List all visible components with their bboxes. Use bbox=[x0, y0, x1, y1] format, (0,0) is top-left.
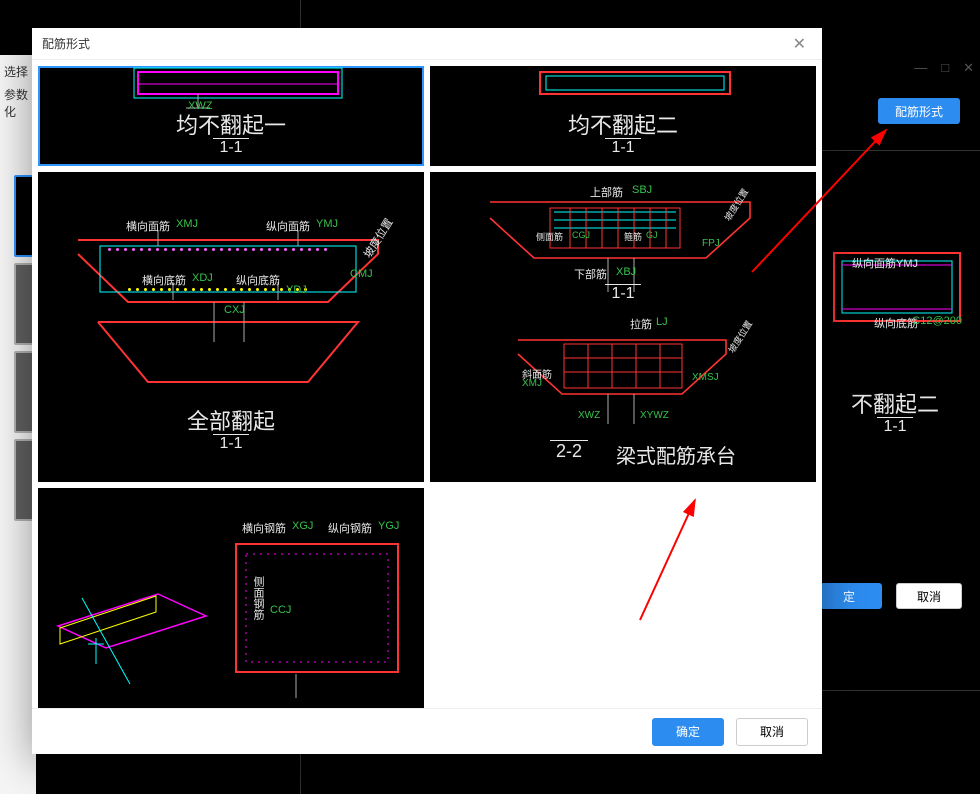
t4-bottom-code: XBJ bbox=[616, 266, 636, 278]
rebar-style-button[interactable]: 配筋形式 bbox=[878, 98, 960, 124]
t3-v-bot: 纵向底筋 bbox=[236, 272, 280, 288]
t4-side-code: CGJ bbox=[572, 230, 590, 240]
t4-xmsj: XMSJ bbox=[692, 372, 719, 383]
right-preview-sub: 1-1 bbox=[877, 417, 912, 436]
parent-footer-buttons: 定 取消 bbox=[816, 583, 962, 609]
parent-ok-label: 定 bbox=[843, 588, 855, 605]
t3-v-top: 纵向面筋 bbox=[266, 218, 310, 234]
t4-tie-code: LJ bbox=[656, 316, 668, 328]
t4-fpj: FPJ bbox=[702, 238, 720, 249]
t3-v-bot-code: YDJ bbox=[286, 284, 307, 296]
style-tile-all-bend[interactable]: 横向面筋 XMJ 纵向面筋 YMJ 横向底筋 XDJ 纵向底筋 YDJ CMJ … bbox=[38, 172, 424, 482]
parent-window-controls: — □ ✕ bbox=[914, 60, 974, 76]
t4-stirrup-code: GJ bbox=[646, 230, 658, 240]
t5-side: 侧面钢筋 bbox=[250, 576, 266, 620]
t4-stirrup: 箍筋 bbox=[624, 230, 642, 243]
t4-xywz: XYWZ bbox=[640, 410, 669, 421]
t4-xm-code: XMJ bbox=[522, 378, 542, 389]
t5-h: 横向钢筋 bbox=[242, 520, 286, 536]
t4-top: 上部筋 bbox=[590, 184, 623, 200]
parent-ok-button[interactable]: 定 bbox=[816, 583, 882, 609]
t3-h-top-code: XMJ bbox=[176, 218, 198, 230]
parent-cancel-button[interactable]: 取消 bbox=[896, 583, 962, 609]
t3-cmj: CMJ bbox=[350, 268, 373, 280]
style-tile-plain-cap[interactable]: 横向钢筋 XGJ 纵向钢筋 YGJ 侧面钢筋 CCJ bbox=[38, 488, 424, 708]
dialog-cancel-button[interactable]: 取消 bbox=[736, 718, 808, 746]
dialog-titlebar: 配筋形式 ✕ bbox=[32, 28, 822, 60]
parent-cancel-label: 取消 bbox=[917, 588, 941, 605]
tile2-sub: 1-1 bbox=[605, 138, 640, 157]
dialog-footer: 确定 取消 bbox=[32, 708, 822, 754]
tile3-sub: 1-1 bbox=[213, 434, 248, 453]
t3-h-top: 横向面筋 bbox=[126, 218, 170, 234]
tile2-title: 均不翻起二 bbox=[430, 108, 816, 140]
style-tile-no-bend-1[interactable]: XWZ 均不翻起一 1-1 bbox=[38, 66, 424, 166]
parent-close-button[interactable]: ✕ bbox=[963, 60, 974, 76]
t4-sec2: 2-2 bbox=[550, 440, 588, 462]
style-tile-beam-cap[interactable]: 上部筋 SBJ 侧面筋 CGJ 箍筋 GJ FPJ 下部筋 XBJ 坡度位置 坡… bbox=[430, 172, 816, 482]
t4-caption: 梁式配筋承台 bbox=[616, 440, 736, 469]
left-panel: 选择 参数化 bbox=[0, 55, 36, 794]
tile3-title: 全部翻起 bbox=[38, 404, 424, 436]
parent-minimize-button[interactable]: — bbox=[914, 60, 927, 76]
t3-v-top-code: YMJ bbox=[316, 218, 338, 230]
right-preview-title: 不翻起二 bbox=[820, 387, 970, 419]
right-preview: 纵向面筋YMJ 纵向底筋 C12@200 不翻起二 1-1 bbox=[820, 235, 970, 455]
dialog-close-button[interactable]: ✕ bbox=[787, 32, 812, 56]
dialog-body: XWZ 均不翻起一 1-1 均不翻起二 1-1 bbox=[32, 60, 822, 708]
parent-maximize-button[interactable]: □ bbox=[941, 60, 949, 76]
t3-h-bot-code: XDJ bbox=[192, 272, 213, 284]
dialog-ok-button[interactable]: 确定 bbox=[652, 718, 724, 746]
tile1-title: 均不翻起一 bbox=[38, 108, 424, 140]
t5-h-code: XGJ bbox=[292, 520, 313, 532]
style-tile-no-bend-2[interactable]: 均不翻起二 1-1 bbox=[430, 66, 816, 166]
dialog-title: 配筋形式 bbox=[42, 35, 90, 52]
left-label-param: 参数化 bbox=[0, 86, 36, 120]
t4-bottom: 下部筋 bbox=[574, 266, 607, 282]
right-preview-ymj: 纵向面筋YMJ bbox=[852, 255, 918, 271]
t3-cxj: CXJ bbox=[224, 304, 245, 316]
right-preview-c12: C12@200 bbox=[912, 315, 962, 327]
t4-top-code: SBJ bbox=[632, 184, 652, 196]
t5-v-code: YGJ bbox=[378, 520, 399, 532]
tile1-sub: 1-1 bbox=[213, 138, 248, 157]
rebar-style-dialog: 配筋形式 ✕ XWZ 均不翻起一 1-1 bbox=[32, 28, 822, 754]
t4-tie: 拉筋 bbox=[630, 316, 652, 332]
t4-xwz: XWZ bbox=[578, 410, 600, 421]
t5-ccj: CCJ bbox=[270, 604, 291, 616]
style-tile-empty bbox=[430, 488, 816, 708]
t4-side: 侧面筋 bbox=[536, 230, 563, 243]
rebar-style-button-label: 配筋形式 bbox=[895, 103, 943, 120]
left-label-select: 选择 bbox=[0, 63, 36, 80]
t4-sec1: 1-1 bbox=[605, 284, 640, 303]
dialog-cancel-label: 取消 bbox=[760, 723, 784, 740]
dialog-ok-label: 确定 bbox=[676, 723, 700, 740]
t3-h-bot: 横向底筋 bbox=[142, 272, 186, 288]
t5-v: 纵向钢筋 bbox=[328, 520, 372, 536]
